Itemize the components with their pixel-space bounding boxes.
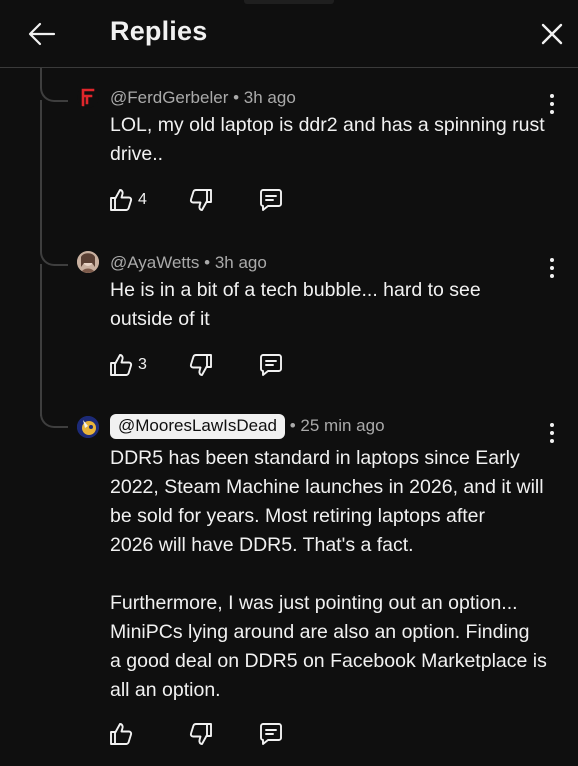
comment-meta: @FerdGerbeler • 3h ago xyxy=(110,88,296,108)
avatar[interactable] xyxy=(77,416,99,438)
thread-line xyxy=(40,264,42,416)
reply-icon xyxy=(260,723,282,745)
dislike-button[interactable] xyxy=(188,351,214,379)
comment-time: 25 min ago xyxy=(300,416,385,435)
thumbs-up-icon xyxy=(110,189,133,211)
comment-line: all an option. xyxy=(110,679,221,701)
back-button[interactable] xyxy=(26,18,58,50)
channel-logo-icon xyxy=(81,88,95,107)
like-count: 4 xyxy=(138,191,147,208)
close-icon xyxy=(541,23,563,45)
comment-text: LOL, my old laptop is ddr2 and has a spi… xyxy=(110,111,560,169)
comment-meta: @AyaWetts • 3h ago xyxy=(110,253,267,273)
channel-logo-icon xyxy=(77,416,99,438)
thumbs-down-icon xyxy=(189,354,212,376)
comment-line: Furthermore, I was just pointing out an … xyxy=(110,592,518,614)
comment-time: 3h ago xyxy=(214,253,267,272)
thumbs-up-icon xyxy=(110,354,133,376)
thumbs-down-icon xyxy=(189,723,212,745)
profile-photo-icon xyxy=(77,251,99,273)
reply-button[interactable] xyxy=(258,351,284,379)
separator-dot: • xyxy=(204,253,211,272)
thread-elbow xyxy=(40,84,68,102)
comment-text: DDR5 has been standard in laptops since … xyxy=(110,444,560,705)
like-count: 3 xyxy=(138,356,147,373)
like-button[interactable]: 4 xyxy=(108,186,147,214)
comment-line: outside of it xyxy=(110,308,210,330)
dislike-button[interactable] xyxy=(188,720,214,748)
comment-line: drive.. xyxy=(110,143,164,165)
thread-elbow xyxy=(40,248,68,266)
thread-elbow xyxy=(40,410,68,428)
like-button[interactable]: 3 xyxy=(108,351,147,379)
drag-handle[interactable] xyxy=(244,0,334,4)
creator-handle-chip[interactable]: @MooresLawIsDead xyxy=(110,414,285,439)
comment-meta: @MooresLawIsDead • 25 min ago xyxy=(110,414,385,439)
reply-button[interactable] xyxy=(258,720,284,748)
comment-line: be sold for years. Most retiring laptops… xyxy=(110,505,486,527)
comment-line: He is in a bit of a tech bubble... hard … xyxy=(110,279,481,301)
comment-author[interactable]: @AyaWetts xyxy=(110,253,199,272)
comment-line: LOL, my old laptop is ddr2 and has a spi… xyxy=(110,114,545,136)
comment-text: He is in a bit of a tech bubble... hard … xyxy=(110,276,560,334)
comment-line: MiniPCs lying around are also an option.… xyxy=(110,621,530,643)
avatar[interactable] xyxy=(77,86,99,108)
dislike-button[interactable] xyxy=(188,186,214,214)
comment-line xyxy=(110,560,560,589)
comment-line: a good deal on DDR5 on Facebook Marketpl… xyxy=(110,650,547,672)
comment-line: DDR5 has been standard in laptops since … xyxy=(110,447,520,469)
close-button[interactable] xyxy=(536,18,568,50)
comment-time: 3h ago xyxy=(243,88,296,107)
comment-line: 2022, Steam Machine launches in 2026, an… xyxy=(110,476,544,498)
replies-header: Replies xyxy=(0,0,578,68)
reply-icon xyxy=(260,189,282,211)
reply-button[interactable] xyxy=(258,186,284,214)
separator-dot: • xyxy=(289,416,296,435)
back-arrow-icon xyxy=(28,22,56,46)
like-button[interactable] xyxy=(108,720,138,748)
page-title: Replies xyxy=(110,16,208,46)
comment-line: 2026 will have DDR5. That's a fact. xyxy=(110,534,414,556)
thread-line xyxy=(40,100,42,252)
thumbs-up-icon xyxy=(110,723,133,745)
comment-author[interactable]: @FerdGerbeler xyxy=(110,88,228,107)
more-options-button[interactable] xyxy=(542,421,562,445)
avatar[interactable] xyxy=(77,251,99,273)
reply-icon xyxy=(260,354,282,376)
separator-dot: • xyxy=(233,88,240,107)
thumbs-down-icon xyxy=(189,189,212,211)
